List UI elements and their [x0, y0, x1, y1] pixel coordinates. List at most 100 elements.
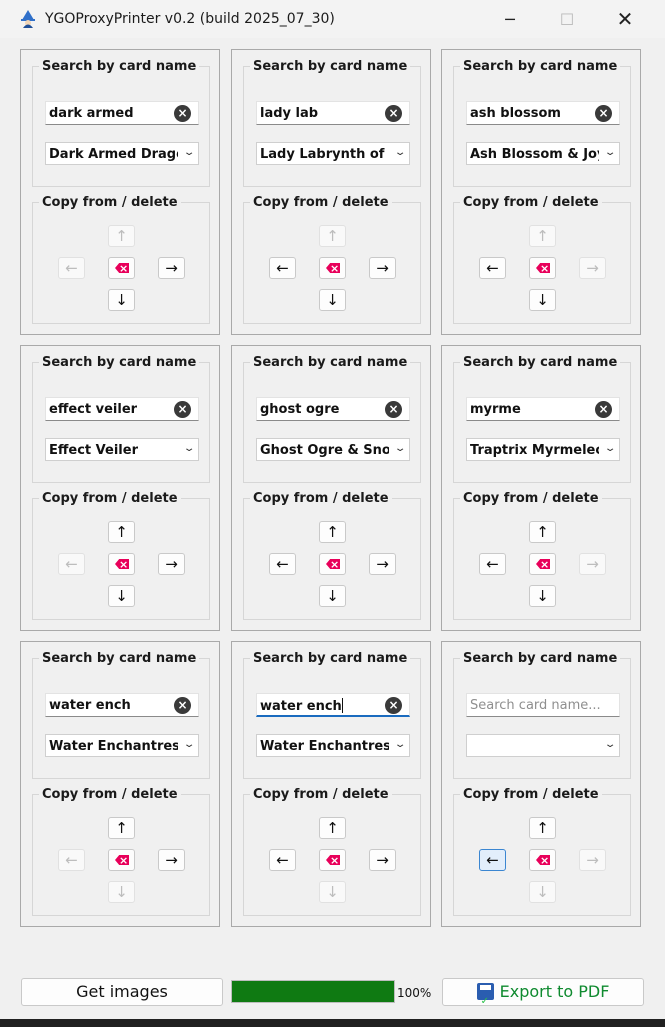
copy-from-left-button[interactable]: ← [479, 849, 506, 871]
copy-delete-groupbox: Copy from / delete ↑ ← → ↓ [32, 195, 210, 324]
copy-from-up-button[interactable]: ↑ [529, 817, 556, 839]
delete-card-button[interactable] [319, 553, 346, 575]
clear-x-icon[interactable]: × [385, 105, 402, 122]
copy-from-down-button[interactable]: ↓ [108, 881, 135, 903]
card-select-dropdown[interactable]: Traptrix Myrmeleo ⌄ [466, 438, 620, 461]
clear-x-icon[interactable]: × [595, 401, 612, 418]
search-input[interactable]: water ench × [45, 693, 199, 717]
card-select-dropdown[interactable]: ⌄ [466, 734, 620, 757]
title-bar[interactable]: YGOProxyPrinter v0.2 (build 2025_07_30) … [0, 0, 665, 38]
search-input[interactable]: water ench × [256, 693, 410, 717]
copy-from-left-button[interactable]: ← [269, 257, 296, 279]
copy-from-left-button[interactable]: ← [269, 849, 296, 871]
copy-from-left-button[interactable]: ← [58, 553, 85, 575]
copy-from-up-button[interactable]: ↑ [319, 225, 346, 247]
copy-from-down-button[interactable]: ↓ [319, 881, 346, 903]
minimize-button[interactable]: ─ [487, 0, 533, 38]
copy-from-right-button[interactable]: → [579, 553, 606, 575]
search-groupbox: Search by card name effect veiler × Effe… [32, 355, 210, 483]
backspace-delete-icon [326, 855, 340, 865]
copy-group-title: Copy from / delete [39, 195, 181, 210]
maximize-button[interactable]: ☐ [544, 0, 590, 38]
copy-from-down-button[interactable]: ↓ [529, 881, 556, 903]
copy-from-right-button[interactable]: → [158, 257, 185, 279]
search-groupbox: Search by card name dark armed × Dark Ar… [32, 59, 210, 187]
progress-fill [232, 981, 394, 1002]
clear-x-icon[interactable]: × [385, 401, 402, 418]
delete-card-button[interactable] [529, 849, 556, 871]
search-input[interactable]: effect veiler × [45, 397, 199, 421]
clear-x-icon[interactable]: × [385, 697, 402, 714]
copy-from-right-button[interactable]: → [158, 849, 185, 871]
copy-from-up-button[interactable]: ↑ [108, 521, 135, 543]
card-select-dropdown[interactable]: Lady Labrynth of the Silver Castle ⌄ [256, 142, 410, 165]
copy-from-up-button[interactable]: ↑ [108, 817, 135, 839]
copy-from-up-button[interactable]: ↑ [319, 817, 346, 839]
search-input[interactable]: ghost ogre × [256, 397, 410, 421]
delete-card-button[interactable] [108, 553, 135, 575]
close-button[interactable]: ✕ [602, 0, 648, 38]
delete-card-button[interactable] [529, 257, 556, 279]
copy-from-up-button[interactable]: ↑ [108, 225, 135, 247]
copy-from-right-button[interactable]: → [579, 849, 606, 871]
delete-card-button[interactable] [108, 849, 135, 871]
search-input-text: myrme [470, 402, 521, 417]
copy-from-left-button[interactable]: ← [269, 553, 296, 575]
clear-x-icon[interactable]: × [595, 105, 612, 122]
copy-from-left-button[interactable]: ← [479, 553, 506, 575]
card-select-dropdown[interactable]: Water Enchantress ⌄ [45, 734, 199, 757]
search-input[interactable]: myrme × [466, 397, 620, 421]
backspace-delete-icon [326, 263, 340, 273]
copy-from-down-button[interactable]: ↓ [319, 585, 346, 607]
copy-from-down-button[interactable]: ↓ [319, 289, 346, 311]
search-groupbox: Search by card name lady lab × Lady Labr… [243, 59, 421, 187]
delete-card-button[interactable] [319, 257, 346, 279]
backspace-delete-icon [326, 559, 340, 569]
copy-from-right-button[interactable]: → [158, 553, 185, 575]
copy-group-title: Copy from / delete [250, 491, 392, 506]
copy-from-down-button[interactable]: ↓ [108, 289, 135, 311]
copy-delete-groupbox: Copy from / delete ↑ ← → ↓ [243, 787, 421, 916]
search-input-text: Search card name... [470, 698, 601, 713]
delete-card-button[interactable] [108, 257, 135, 279]
export-pdf-button[interactable]: Export to PDF [442, 978, 644, 1015]
search-group-title: Search by card name [250, 59, 411, 74]
copy-from-down-button[interactable]: ↓ [529, 289, 556, 311]
copy-from-left-button[interactable]: ← [58, 849, 85, 871]
search-group-title: Search by card name [460, 355, 621, 370]
card-select-dropdown[interactable]: Ghost Ogre & Snow Rabbit ⌄ [256, 438, 410, 461]
clear-x-icon[interactable]: × [174, 401, 191, 418]
copy-from-right-button[interactable]: → [369, 257, 396, 279]
copy-from-right-button[interactable]: → [579, 257, 606, 279]
card-select-dropdown[interactable]: Dark Armed Dragon ⌄ [45, 142, 199, 165]
copy-delete-groupbox: Copy from / delete ↑ ← → ↓ [453, 787, 631, 916]
backspace-delete-icon [115, 263, 129, 273]
delete-card-button[interactable] [319, 849, 346, 871]
card-select-dropdown[interactable]: Water Enchantress ⌄ [256, 734, 410, 757]
card-select-dropdown[interactable]: Ash Blossom & Joyous Spring ⌄ [466, 142, 620, 165]
delete-card-button[interactable] [529, 553, 556, 575]
get-images-button[interactable]: Get images [21, 978, 223, 1006]
copy-from-left-button[interactable]: ← [479, 257, 506, 279]
clear-x-icon[interactable]: × [174, 697, 191, 714]
copy-from-up-button[interactable]: ↑ [529, 225, 556, 247]
card-select-dropdown[interactable]: Effect Veiler ⌄ [45, 438, 199, 461]
search-group-title: Search by card name [250, 355, 411, 370]
copy-group-title: Copy from / delete [39, 787, 181, 802]
copy-from-right-button[interactable]: → [369, 553, 396, 575]
search-input[interactable]: Search card name... [466, 693, 620, 717]
copy-from-down-button[interactable]: ↓ [529, 585, 556, 607]
chevron-down-icon: ⌄ [393, 443, 407, 454]
search-input[interactable]: lady lab × [256, 101, 410, 125]
copy-from-down-button[interactable]: ↓ [108, 585, 135, 607]
copy-from-right-button[interactable]: → [369, 849, 396, 871]
search-group-title: Search by card name [39, 651, 200, 666]
copy-from-left-button[interactable]: ← [58, 257, 85, 279]
copy-from-up-button[interactable]: ↑ [319, 521, 346, 543]
search-input[interactable]: dark armed × [45, 101, 199, 125]
card-slot-panel: Search by card name Search card name... … [441, 641, 641, 927]
copy-from-up-button[interactable]: ↑ [529, 521, 556, 543]
search-input[interactable]: ash blossom × [466, 101, 620, 125]
copy-group-title: Copy from / delete [250, 787, 392, 802]
clear-x-icon[interactable]: × [174, 105, 191, 122]
